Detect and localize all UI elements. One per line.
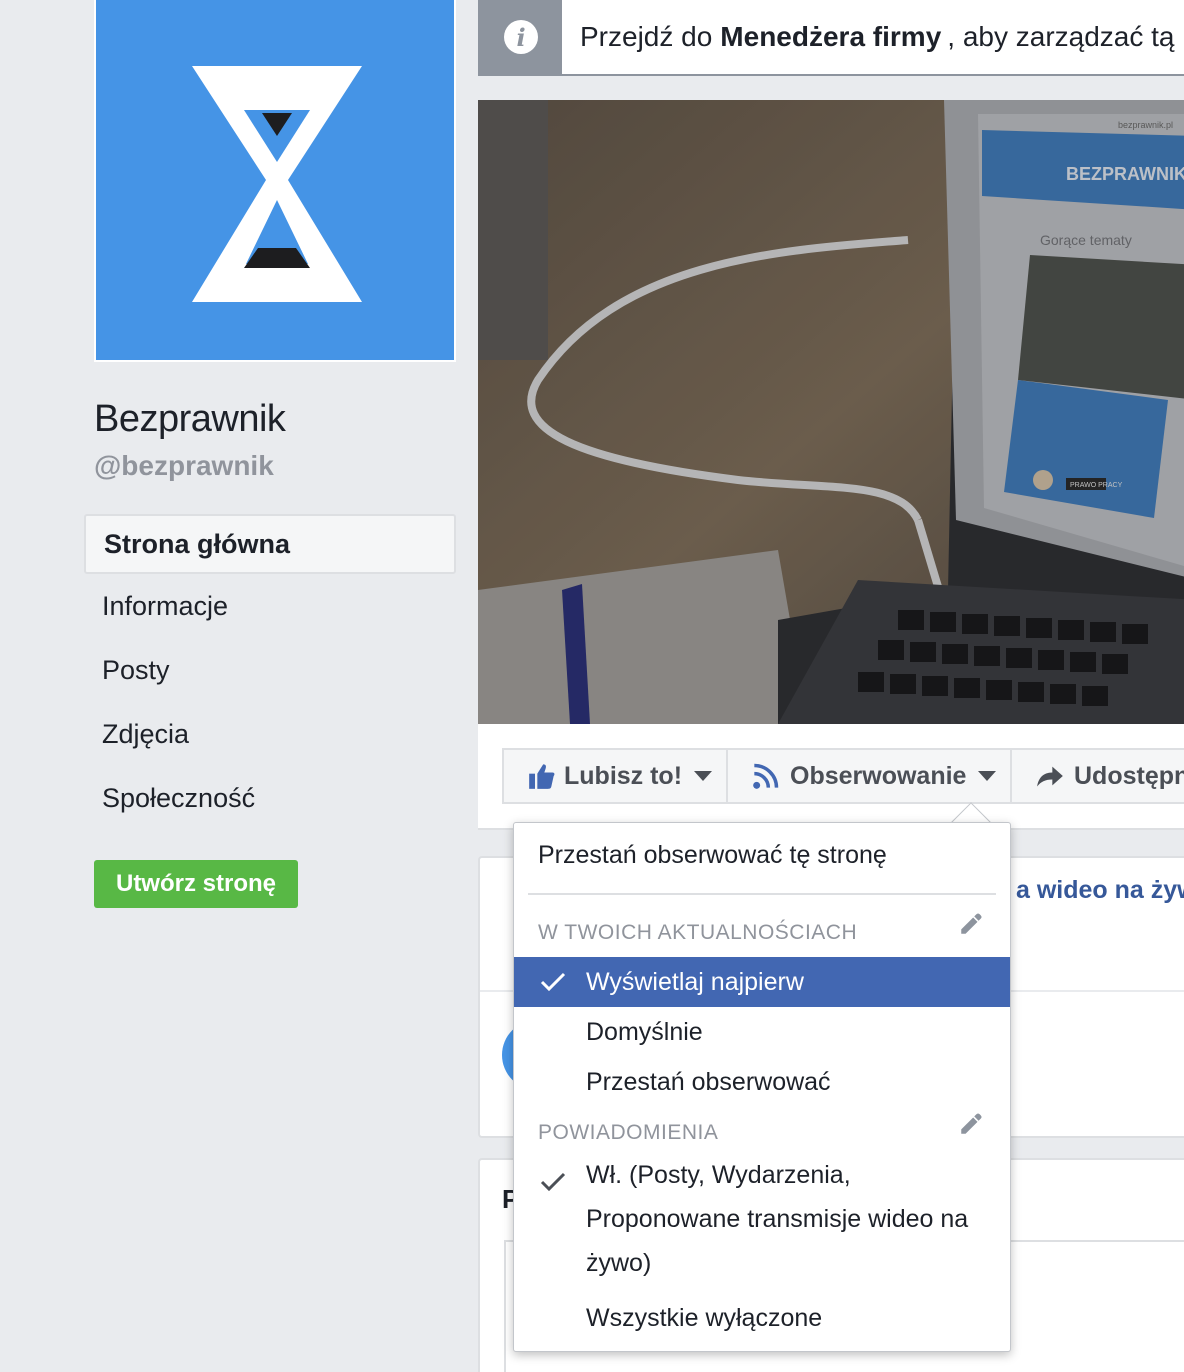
share-button[interactable]: Udostępn	[1010, 748, 1184, 804]
banner-icon-wrap: i	[480, 0, 562, 74]
feed-option-label: Domyślnie	[586, 1017, 703, 1046]
news-feed-header: W TWOICH AKTUALNOŚCIACH	[538, 921, 858, 944]
notif-option-on[interactable]: Wł. (Posty, Wydarzenia, Proponowane tran…	[586, 1153, 986, 1285]
follow-button-label: Obserwowanie	[790, 761, 967, 790]
unfollow-page-item[interactable]: Przestań obserwować tę stronę	[538, 841, 887, 870]
live-video-link[interactable]: a wideo na żywo	[1016, 876, 1184, 905]
menu-divider	[528, 893, 996, 895]
notif-option-label: Wszystkie wyłączone	[586, 1303, 823, 1332]
share-arrow-icon	[1037, 766, 1063, 787]
banner-text-after: , aby zarządzać tą	[947, 21, 1175, 52]
nav-item-home[interactable]: Strona główna	[84, 514, 456, 574]
checkmark-icon	[540, 1172, 566, 1192]
feed-option-default[interactable]: Domyślnie	[514, 1007, 1010, 1057]
nav-item-posts[interactable]: Posty	[84, 638, 456, 702]
feed-option-unfollow[interactable]: Przestań obserwować	[514, 1057, 1010, 1107]
business-manager-link[interactable]: Menedżera firmy	[720, 21, 941, 53]
chevron-down-icon	[694, 771, 713, 781]
banner-text-before: Przejdź do	[580, 21, 713, 52]
notif-option-line: żywo)	[586, 1249, 652, 1277]
pencil-icon[interactable]	[958, 1111, 984, 1137]
follow-dropdown-menu: Przestań obserwować tę stronę W TWOICH A…	[513, 822, 1011, 1352]
cover-photo[interactable]: BEZPRAWNIK.PL bezprawnik.pl Gorące temat…	[478, 100, 1184, 724]
banner-text: Przejdź do Menedżera firmy , aby zarządz…	[562, 0, 1175, 74]
page-nav: Strona główna Informacje Posty Zdjęcia S…	[84, 514, 456, 830]
page-handle[interactable]: @bezprawnik	[94, 450, 274, 482]
chevron-down-icon	[978, 771, 997, 781]
like-button[interactable]: Lubisz to!	[502, 748, 728, 804]
facebook-page: Bezprawnik @bezprawnik Strona główna Inf…	[0, 0, 1184, 1372]
thumbs-up-icon	[529, 764, 555, 789]
hourglass-logo-icon	[192, 66, 362, 302]
nav-item-photos[interactable]: Zdjęcia	[84, 702, 456, 766]
nav-item-community[interactable]: Społeczność	[84, 766, 456, 830]
notif-option-line: Proponowane transmisje wideo na	[586, 1205, 969, 1233]
share-button-label: Udostępn	[1074, 761, 1184, 790]
follow-button[interactable]: Obserwowanie	[726, 748, 1012, 804]
page-actions-card: Lubisz to! Obserwowanie Udostępn	[478, 724, 1184, 830]
page-avatar[interactable]	[94, 0, 456, 362]
notif-option-line: Wł. (Posty, Wydarzenia,	[586, 1161, 851, 1189]
feed-option-see-first[interactable]: Wyświetlaj najpierw	[514, 957, 1010, 1007]
create-page-button[interactable]: Utwórz stronę	[94, 860, 298, 908]
info-icon: i	[504, 20, 538, 54]
nav-item-info[interactable]: Informacje	[84, 574, 456, 638]
feed-option-label: Przestań obserwować	[586, 1067, 831, 1096]
page-title: Bezprawnik	[94, 398, 286, 440]
checkmark-icon	[540, 972, 566, 992]
business-manager-banner: i Przejdź do Menedżera firmy , aby zarzą…	[478, 0, 1184, 76]
like-button-label: Lubisz to!	[564, 761, 683, 790]
notifications-header: POWIADOMIENIA	[538, 1121, 719, 1144]
feed-option-label: Wyświetlaj najpierw	[586, 967, 804, 996]
notif-option-all-off[interactable]: Wszystkie wyłączone	[514, 1293, 1010, 1343]
laptop-desk-photo: BEZPRAWNIK.PL bezprawnik.pl Gorące temat…	[478, 100, 1184, 724]
pencil-icon[interactable]	[958, 911, 984, 937]
rss-follow-icon	[753, 763, 779, 789]
